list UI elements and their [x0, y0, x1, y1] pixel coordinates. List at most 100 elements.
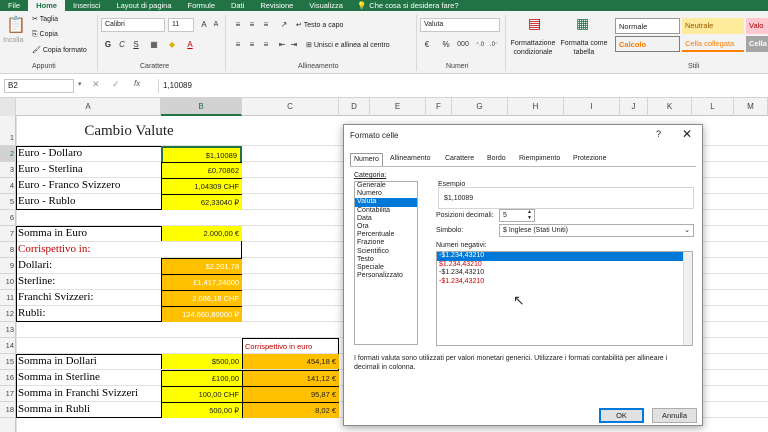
- sum-value[interactable]: £100,00: [161, 370, 242, 386]
- dialog-tab-number[interactable]: Numero: [350, 153, 383, 166]
- tab-data[interactable]: Dati: [223, 0, 252, 11]
- symbol-select[interactable]: $ Inglese (Stati Uniti) ⌄: [499, 224, 694, 237]
- cancel-button[interactable]: Annulla: [652, 408, 697, 423]
- enter-icon[interactable]: ✓: [112, 79, 120, 90]
- row-header[interactable]: 8: [0, 242, 16, 258]
- style-calculation[interactable]: Calcolo: [615, 36, 680, 52]
- decrease-decimal-icon[interactable]: .0⁻: [488, 39, 500, 51]
- column-header[interactable]: H: [508, 98, 564, 116]
- rate-value[interactable]: £0,70862: [161, 162, 242, 178]
- dialog-tab-font[interactable]: Carattere: [442, 153, 477, 166]
- font-name-select[interactable]: Calibri: [101, 18, 165, 32]
- merge-center-button[interactable]: ⊞ Unisci e allinea al centro: [306, 41, 390, 49]
- column-header[interactable]: M: [734, 98, 768, 116]
- align-center-icon[interactable]: ≡: [246, 39, 258, 51]
- column-header[interactable]: D: [339, 98, 370, 116]
- format-painter-button[interactable]: 🖌 Copia formato: [32, 46, 87, 54]
- percent-button[interactable]: %: [440, 39, 452, 51]
- tab-view[interactable]: Visualizza: [301, 0, 351, 11]
- currency-button[interactable]: €: [421, 39, 433, 51]
- row-header[interactable]: 7: [0, 226, 16, 242]
- row-header[interactable]: 6: [0, 210, 16, 226]
- cancel-icon[interactable]: ✕: [92, 79, 100, 90]
- tab-insert[interactable]: Inserisci: [65, 0, 109, 11]
- dialog-tab-fill[interactable]: Riempimento: [516, 153, 563, 166]
- sum-value[interactable]: 500,00 ₽: [161, 402, 242, 418]
- format-as-table-button[interactable]: Formatta come tabella: [558, 39, 610, 57]
- style-normal[interactable]: Normale: [615, 18, 680, 34]
- column-header[interactable]: J: [620, 98, 648, 116]
- category-item[interactable]: Numero: [355, 190, 417, 198]
- category-item[interactable]: Contabilità: [355, 207, 417, 215]
- dialog-tab-alignment[interactable]: Allineamento: [387, 153, 433, 166]
- shrink-font-icon[interactable]: A: [210, 19, 222, 31]
- row-header[interactable]: 17: [0, 386, 16, 402]
- tab-formulas[interactable]: Formule: [180, 0, 224, 11]
- rate-value[interactable]: 62,33040 ₽: [161, 194, 242, 210]
- tab-page-layout[interactable]: Layout di pagina: [108, 0, 179, 11]
- conditional-formatting-button[interactable]: Formattazione condizionale: [508, 39, 558, 57]
- name-box-dropdown-icon[interactable]: ▾: [78, 80, 82, 88]
- column-header[interactable]: B: [161, 98, 242, 116]
- decrease-indent-icon[interactable]: ⇤: [276, 39, 288, 51]
- row-header[interactable]: 12: [0, 306, 16, 322]
- align-top-icon[interactable]: ≡: [232, 19, 244, 31]
- list-scrollbar[interactable]: [683, 252, 692, 345]
- dialog-tab-border[interactable]: Bordo: [484, 153, 509, 166]
- negative-format-item[interactable]: -$1.234,43210: [437, 269, 692, 278]
- category-item[interactable]: Generale: [355, 182, 417, 190]
- row-header[interactable]: 3: [0, 162, 16, 178]
- fill-color-icon[interactable]: ◆: [166, 39, 178, 51]
- thousands-button[interactable]: 000: [454, 39, 472, 51]
- negative-format-item[interactable]: $1.234,43210: [437, 261, 692, 270]
- column-header[interactable]: A: [16, 98, 161, 116]
- copy-button[interactable]: ⎘ Copia: [32, 31, 58, 39]
- converted-value[interactable]: 2.086,18 CHF: [161, 290, 242, 306]
- paste-button[interactable]: Incolla: [3, 37, 23, 44]
- row-header[interactable]: 11: [0, 290, 16, 306]
- category-item[interactable]: Scientifico: [355, 248, 417, 256]
- tab-review[interactable]: Revisione: [252, 0, 301, 11]
- style-linked-cell[interactable]: Cella collegata: [682, 36, 744, 52]
- column-header[interactable]: F: [426, 98, 452, 116]
- increase-indent-icon[interactable]: ⇥: [288, 39, 300, 51]
- column-header[interactable]: G: [452, 98, 508, 116]
- column-header[interactable]: L: [692, 98, 734, 116]
- column-header[interactable]: C: [242, 98, 339, 116]
- category-item[interactable]: Percentuale: [355, 231, 417, 239]
- category-item[interactable]: Data: [355, 215, 417, 223]
- increase-decimal-icon[interactable]: ⁺.0: [474, 39, 486, 51]
- row-header[interactable]: 14: [0, 338, 16, 354]
- tab-file[interactable]: File: [0, 0, 28, 11]
- formula-input[interactable]: 1,10089: [158, 79, 764, 93]
- category-item[interactable]: Speciale: [355, 264, 417, 272]
- italic-button[interactable]: C: [116, 39, 128, 51]
- column-header[interactable]: K: [648, 98, 692, 116]
- category-item[interactable]: Personalizzato: [355, 272, 417, 280]
- row-header[interactable]: 4: [0, 178, 16, 194]
- tell-me-box[interactable]: 💡 Che cosa si desidera fare?: [357, 1, 459, 10]
- number-format-select[interactable]: Valuta: [420, 18, 500, 32]
- align-left-icon[interactable]: ≡: [232, 39, 244, 51]
- category-list[interactable]: Generale Numero Valuta Contabilità Data …: [354, 181, 418, 345]
- chevron-down-icon[interactable]: ⌄: [684, 225, 690, 236]
- category-item-selected[interactable]: Valuta: [355, 198, 417, 207]
- category-item[interactable]: Ora: [355, 223, 417, 231]
- column-header[interactable]: I: [564, 98, 620, 116]
- sum-euro-cell[interactable]: 95,87 €: [242, 386, 339, 402]
- row-header[interactable]: 16: [0, 370, 16, 386]
- paste-icon[interactable]: 📋: [6, 15, 26, 35]
- row-header[interactable]: 2: [0, 146, 16, 162]
- sum-euro-cell[interactable]: 8,02 €: [242, 402, 339, 418]
- font-size-select[interactable]: 11: [168, 18, 194, 32]
- fx-icon[interactable]: fx: [134, 79, 140, 88]
- spinner-arrows-icon[interactable]: ▲ ▼: [527, 209, 532, 221]
- converted-value[interactable]: £1.417,24000: [161, 274, 242, 290]
- grow-font-icon[interactable]: A: [198, 19, 210, 31]
- sum-euro-cell[interactable]: 141,12 €: [242, 370, 339, 386]
- align-middle-icon[interactable]: ≡: [246, 19, 258, 31]
- border-icon[interactable]: ▦: [148, 39, 160, 51]
- dialog-tab-protection[interactable]: Protezione: [570, 153, 609, 166]
- bold-button[interactable]: G: [102, 39, 114, 51]
- help-icon[interactable]: ?: [656, 129, 661, 139]
